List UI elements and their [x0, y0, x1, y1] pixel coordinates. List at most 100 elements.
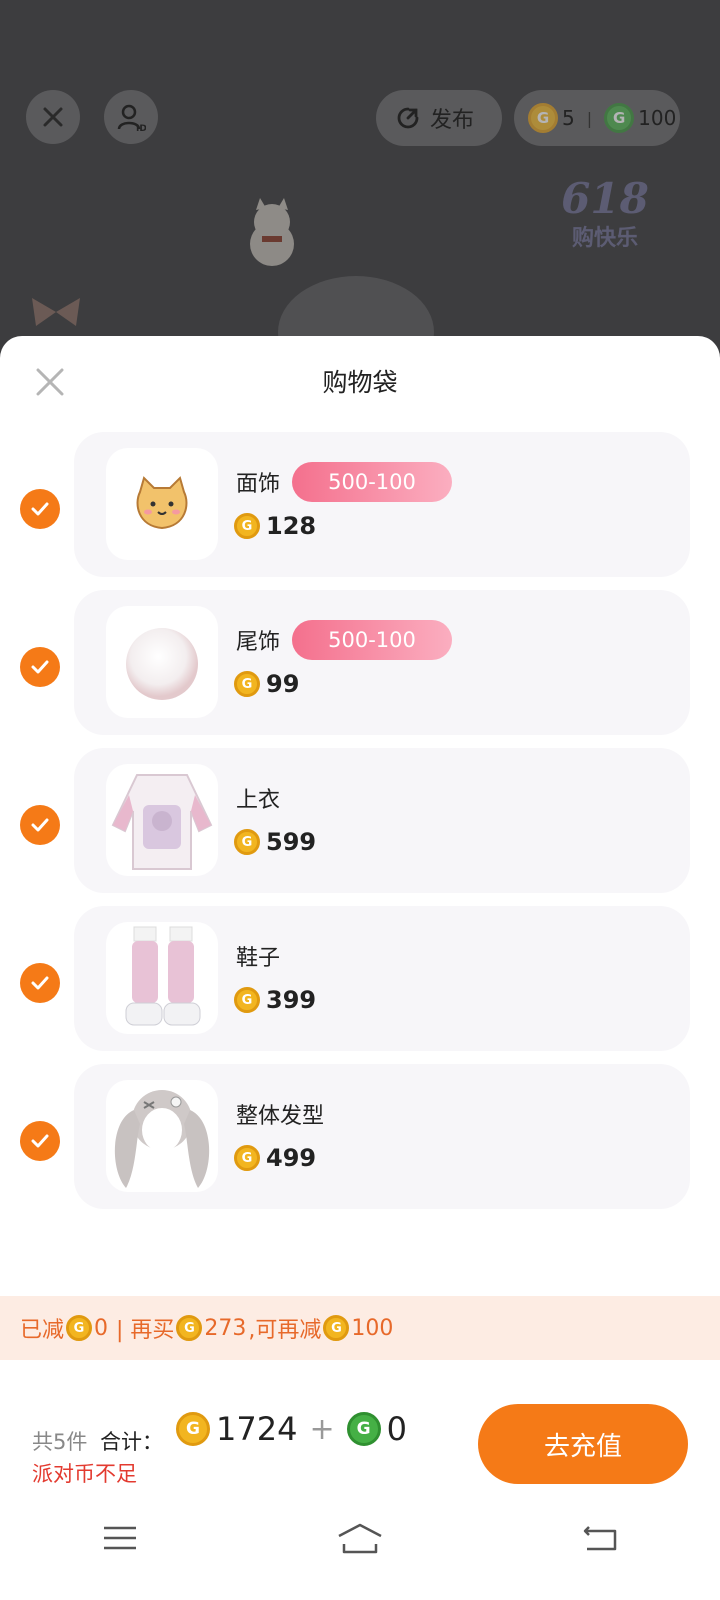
item-name: 上衣	[236, 788, 281, 813]
publish-label: 发布	[430, 108, 475, 133]
promo-badge: 500-100	[292, 620, 452, 660]
twin-tail-hair-image	[114, 1090, 210, 1188]
item-checkbox[interactable]	[20, 489, 60, 529]
festival-badge[interactable]: 618 购快乐	[540, 165, 670, 265]
buy-more-label: | 再买	[116, 1318, 175, 1343]
gold-coin-icon	[234, 513, 260, 539]
publish-icon	[397, 107, 419, 129]
green-total: 0	[386, 1410, 407, 1448]
cart-item-card[interactable]: 整体发型 499	[74, 1064, 690, 1209]
svg-text:ID: ID	[136, 124, 146, 132]
cart-item-row: 鞋子 399	[0, 906, 720, 1064]
fluffy-tail-image	[126, 628, 198, 700]
plus-sign: +	[309, 1411, 335, 1447]
item-price: 499	[234, 1144, 316, 1172]
green-coin-icon	[604, 103, 635, 133]
item-thumbnail	[106, 922, 218, 1034]
item-price-value: 99	[266, 670, 300, 698]
sheet-header: 购物袋	[0, 336, 720, 426]
promo-badge: 500-100	[292, 462, 452, 502]
balance-divider: |	[586, 108, 593, 128]
lucky-cat-decoration	[250, 198, 294, 266]
festival-big-text: 618	[561, 174, 649, 223]
item-thumbnail	[106, 448, 218, 560]
sheet-title: 购物袋	[322, 368, 398, 397]
total-amount: 1724 + 0	[176, 1410, 407, 1448]
checkmark-icon	[31, 502, 49, 516]
checkmark-icon	[31, 818, 49, 832]
gold-coin-icon	[323, 1315, 350, 1341]
balance-pill[interactable]: 5 | 100	[514, 90, 680, 146]
nav-home-button[interactable]	[330, 1518, 390, 1558]
reduced-value: 0	[94, 1315, 109, 1341]
cart-item-list: 面饰 500-100 128 尾饰	[0, 432, 720, 1222]
menu-icon	[104, 1526, 136, 1550]
item-price-value: 499	[266, 1144, 317, 1172]
item-name: 尾饰	[236, 630, 281, 655]
cart-item-card[interactable]: 鞋子 399	[74, 906, 690, 1051]
item-name: 鞋子	[236, 946, 281, 971]
gold-coin-icon	[176, 1412, 210, 1446]
fluffy-tail-decoration	[278, 276, 434, 340]
back-icon	[583, 1526, 617, 1551]
publish-button[interactable]: 发布	[376, 90, 502, 146]
item-count: 共5件	[32, 1430, 88, 1454]
background-scene: ID 发布 5 | 100 618 购快乐	[0, 0, 720, 340]
festival-small-text: 购快乐	[571, 226, 638, 251]
item-price: 128	[234, 512, 316, 540]
hoodie-top-image	[111, 774, 213, 870]
gold-balance: 5	[562, 106, 575, 130]
total-label: 合计：	[100, 1430, 163, 1454]
nav-back-button[interactable]	[570, 1518, 630, 1558]
system-nav-bar	[0, 1476, 720, 1600]
bow-decoration	[32, 298, 80, 326]
more-reduce-value: 100	[351, 1315, 394, 1341]
checkmark-icon	[31, 1134, 49, 1148]
item-checkbox[interactable]	[20, 647, 60, 687]
cart-item-card[interactable]: 面饰 500-100 128	[74, 432, 690, 577]
shopping-bag-sheet: 购物袋 面饰 500-100 G 128 尾饰 500-100 G 99 上衣 …	[0, 336, 720, 1600]
item-checkbox[interactable]	[20, 805, 60, 845]
item-price: 399	[234, 986, 316, 1014]
buy-more-value: 273	[204, 1315, 247, 1341]
item-price: 99	[234, 670, 299, 698]
user-id-icon: ID	[117, 104, 146, 132]
cart-item-card[interactable]: 尾饰 500-100 99	[74, 590, 690, 735]
recharge-button[interactable]: 去充值	[478, 1404, 688, 1484]
item-thumbnail	[106, 606, 218, 718]
gold-coin-icon	[528, 103, 558, 133]
item-thumbnail	[106, 1080, 218, 1192]
gold-total: 1724	[216, 1410, 298, 1448]
item-checkbox[interactable]	[20, 1121, 60, 1161]
nav-menu-button[interactable]	[90, 1518, 150, 1558]
cat-face-accessory-image	[136, 476, 188, 530]
item-price-value: 128	[266, 512, 317, 540]
gold-coin-icon	[234, 829, 260, 855]
cart-item-row: 面饰 500-100 128	[0, 432, 720, 590]
user-id-button[interactable]: ID	[104, 90, 158, 144]
item-price-value: 399	[266, 986, 317, 1014]
gold-coin-icon	[176, 1315, 203, 1341]
checkmark-icon	[31, 660, 49, 674]
gold-coin-icon	[66, 1315, 93, 1341]
cart-item-row: 整体发型 499	[0, 1064, 720, 1222]
reduced-label: 已减	[20, 1318, 65, 1343]
close-icon	[43, 107, 63, 127]
cart-item-row: 上衣 599	[0, 748, 720, 906]
close-scene-button[interactable]	[26, 90, 80, 144]
item-price-value: 599	[266, 828, 317, 856]
close-sheet-icon[interactable]	[32, 364, 68, 400]
item-thumbnail	[106, 764, 218, 876]
item-checkbox[interactable]	[20, 963, 60, 1003]
gold-coin-icon	[234, 1145, 260, 1171]
cart-item-row: 尾饰 500-100 99	[0, 590, 720, 748]
gold-coin-icon	[234, 671, 260, 697]
leg-warmer-shoes-image	[125, 926, 201, 1026]
checkmark-icon	[31, 976, 49, 990]
home-icon	[338, 1523, 382, 1554]
discount-info-bar: 已减 0 | 再买 273 ,可再减 100	[0, 1296, 720, 1360]
cart-item-card[interactable]: 上衣 599	[74, 748, 690, 893]
item-name: 面饰	[236, 472, 281, 497]
item-price: 599	[234, 828, 316, 856]
green-coin-icon	[346, 1412, 381, 1446]
